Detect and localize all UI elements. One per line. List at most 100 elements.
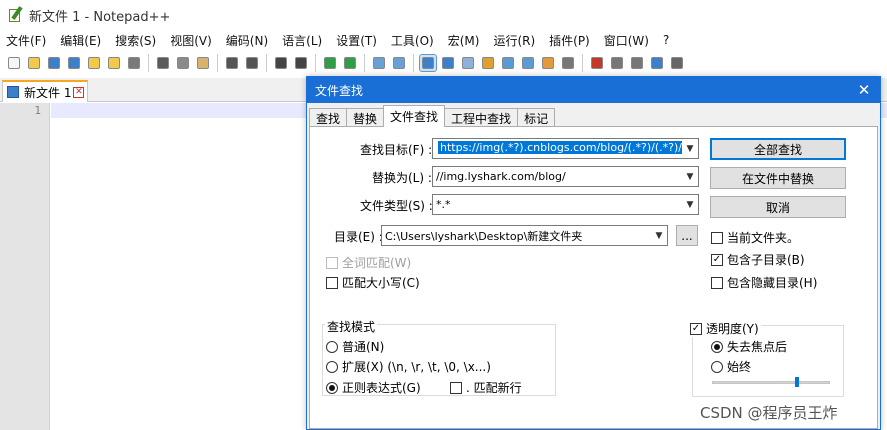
mode-normal-radio[interactable]: 普通(N): [326, 338, 384, 355]
dot-matches-newline-checkbox[interactable]: . 匹配新行: [450, 379, 522, 396]
find-icon[interactable]: [273, 55, 289, 71]
toolbar-separator: [582, 54, 583, 72]
save-icon[interactable]: [46, 55, 62, 71]
filters-combo[interactable]: *.* ▼: [432, 194, 699, 215]
dropdown-arrow-icon[interactable]: ▼: [682, 144, 698, 154]
find-what-combo[interactable]: https://img(.*?).cnblogs.com/blog/(.*?)/…: [432, 138, 699, 159]
menu-window[interactable]: 窗口(W): [597, 32, 656, 49]
menu-settings[interactable]: 设置(T): [329, 32, 384, 49]
in-subfolders-checkbox[interactable]: ✓ 包含子目录(B): [711, 251, 805, 268]
dropdown-arrow-icon[interactable]: ▼: [682, 200, 698, 210]
directory-label: 目录(E) :: [334, 230, 383, 244]
transparency-checkbox[interactable]: ✓ 透明度(Y): [690, 320, 761, 337]
tab-find[interactable]: 查找: [309, 108, 348, 127]
dialog-close-icon[interactable]: ✕: [854, 80, 874, 100]
play-macro-icon[interactable]: [629, 55, 645, 71]
in-hidden-folders-checkbox[interactable]: 包含隐藏目录(H): [711, 274, 817, 291]
menu-view[interactable]: 视图(V): [163, 32, 219, 49]
menu-edit[interactable]: 编辑(E): [53, 32, 108, 49]
menu-plugins[interactable]: 插件(P): [542, 32, 597, 49]
find-in-files-panel: 查找目标(F) : https://img(.*?).cnblogs.com/b…: [309, 126, 878, 429]
print-icon[interactable]: [126, 55, 142, 71]
function-list-icon[interactable]: [520, 55, 536, 71]
document-tab-label: 新文件 1: [24, 85, 72, 100]
dialog-tabs: 查找 替换 文件查找 工程中查找 标记: [309, 105, 556, 127]
close-icon[interactable]: [86, 55, 102, 71]
paste-icon[interactable]: [195, 55, 211, 71]
find-what-value: https://img(.*?).cnblogs.com/blog/(.*?)/…: [438, 140, 682, 154]
menu-language[interactable]: 语言(L): [275, 32, 329, 49]
toolbar: [0, 50, 887, 76]
tab-replace[interactable]: 替换: [346, 108, 385, 127]
stop-macro-icon[interactable]: [609, 55, 625, 71]
indent-guide-icon[interactable]: [460, 55, 476, 71]
cut-icon[interactable]: [155, 55, 171, 71]
toolbar-separator: [315, 54, 316, 72]
checkmark-icon: ✓: [690, 322, 702, 335]
line-number: 1: [34, 104, 41, 117]
dropdown-arrow-icon[interactable]: ▼: [651, 231, 667, 241]
sync-horizontal-icon[interactable]: [391, 55, 407, 71]
dialog-title: 文件查找: [315, 83, 364, 98]
menu-macro[interactable]: 宏(M): [441, 32, 487, 49]
menu-help[interactable]: ?: [656, 33, 676, 47]
sync-vertical-icon[interactable]: [371, 55, 387, 71]
show-all-chars-icon[interactable]: [440, 55, 456, 71]
tab-find-in-projects[interactable]: 工程中查找: [444, 108, 519, 127]
tab-mark[interactable]: 标记: [517, 108, 556, 127]
save-macro-icon[interactable]: [669, 55, 685, 71]
folder-as-workspace-icon[interactable]: [540, 55, 556, 71]
directory-combo[interactable]: C:\Users\lyshark\Desktop\新建文件夹 ▼: [381, 225, 668, 246]
run-macro-multiple-icon[interactable]: [649, 55, 665, 71]
mode-extended-radio[interactable]: 扩展(X) (\n, \r, \t, \0, \x...): [326, 358, 491, 375]
dialog-title-bar[interactable]: 文件查找 ✕: [307, 77, 880, 103]
transparency-slider-thumb[interactable]: [795, 377, 799, 387]
replace-in-files-button[interactable]: 在文件中替换: [710, 167, 846, 189]
replace-with-combo[interactable]: //img.lyshark.com/blog/ ▼: [432, 166, 699, 187]
find-in-files-dialog: 文件查找 ✕ 查找 替换 文件查找 工程中查找 标记 查找目标(F) : htt…: [306, 76, 881, 430]
save-all-icon[interactable]: [66, 55, 82, 71]
close-all-icon[interactable]: [106, 55, 122, 71]
menu-search[interactable]: 搜索(S): [108, 32, 163, 49]
notepad-app-icon: [7, 6, 23, 23]
menu-tools[interactable]: 工具(O): [384, 32, 441, 49]
replace-icon[interactable]: [293, 55, 309, 71]
zoom-out-icon[interactable]: [342, 55, 358, 71]
always-radio[interactable]: 始终: [711, 358, 751, 375]
menu-encoding[interactable]: 编码(N): [219, 32, 275, 49]
menu-run[interactable]: 运行(R): [486, 32, 542, 49]
match-case-checkbox[interactable]: 匹配大小写(C): [326, 274, 420, 291]
search-mode-title: 查找模式: [325, 318, 378, 335]
toolbar-separator: [217, 54, 218, 72]
menu-file[interactable]: 文件(F): [0, 32, 53, 49]
browse-directory-button[interactable]: ...: [676, 225, 698, 246]
record-macro-icon[interactable]: [589, 55, 605, 71]
redo-icon[interactable]: [244, 55, 260, 71]
on-losing-focus-radio[interactable]: 失去焦点后: [711, 338, 787, 355]
new-file-icon[interactable]: [6, 55, 22, 71]
filters-value: *.*: [436, 198, 451, 211]
copy-icon[interactable]: [175, 55, 191, 71]
toolbar-separator: [266, 54, 267, 72]
undo-icon[interactable]: [224, 55, 240, 71]
transparency-slider[interactable]: [712, 377, 830, 387]
saved-state-icon: [7, 86, 19, 98]
follow-current-doc-checkbox[interactable]: 当前文件夹。: [711, 229, 799, 246]
doc-map-icon[interactable]: [500, 55, 516, 71]
find-all-button[interactable]: 全部查找: [710, 138, 846, 160]
title-bar: 新文件 1 - Notepad++: [0, 0, 887, 30]
word-wrap-icon[interactable]: [419, 54, 437, 72]
monitoring-icon[interactable]: [560, 55, 576, 71]
cancel-button[interactable]: 取消: [710, 196, 846, 218]
tab-find-in-files[interactable]: 文件查找: [383, 105, 446, 127]
zoom-in-icon[interactable]: [322, 55, 338, 71]
document-tab[interactable]: 新文件 1 ✕: [2, 80, 88, 102]
user-defined-lang-icon[interactable]: [480, 55, 496, 71]
toolbar-separator: [413, 54, 414, 72]
filters-label: 文件类型(S) :: [360, 199, 433, 213]
open-file-icon[interactable]: [26, 55, 42, 71]
mode-regex-radio[interactable]: 正则表达式(G): [326, 379, 421, 396]
close-tab-icon[interactable]: ✕: [73, 86, 85, 98]
dropdown-arrow-icon[interactable]: ▼: [682, 172, 698, 182]
directory-value: C:\Users\lyshark\Desktop\新建文件夹: [385, 229, 583, 243]
